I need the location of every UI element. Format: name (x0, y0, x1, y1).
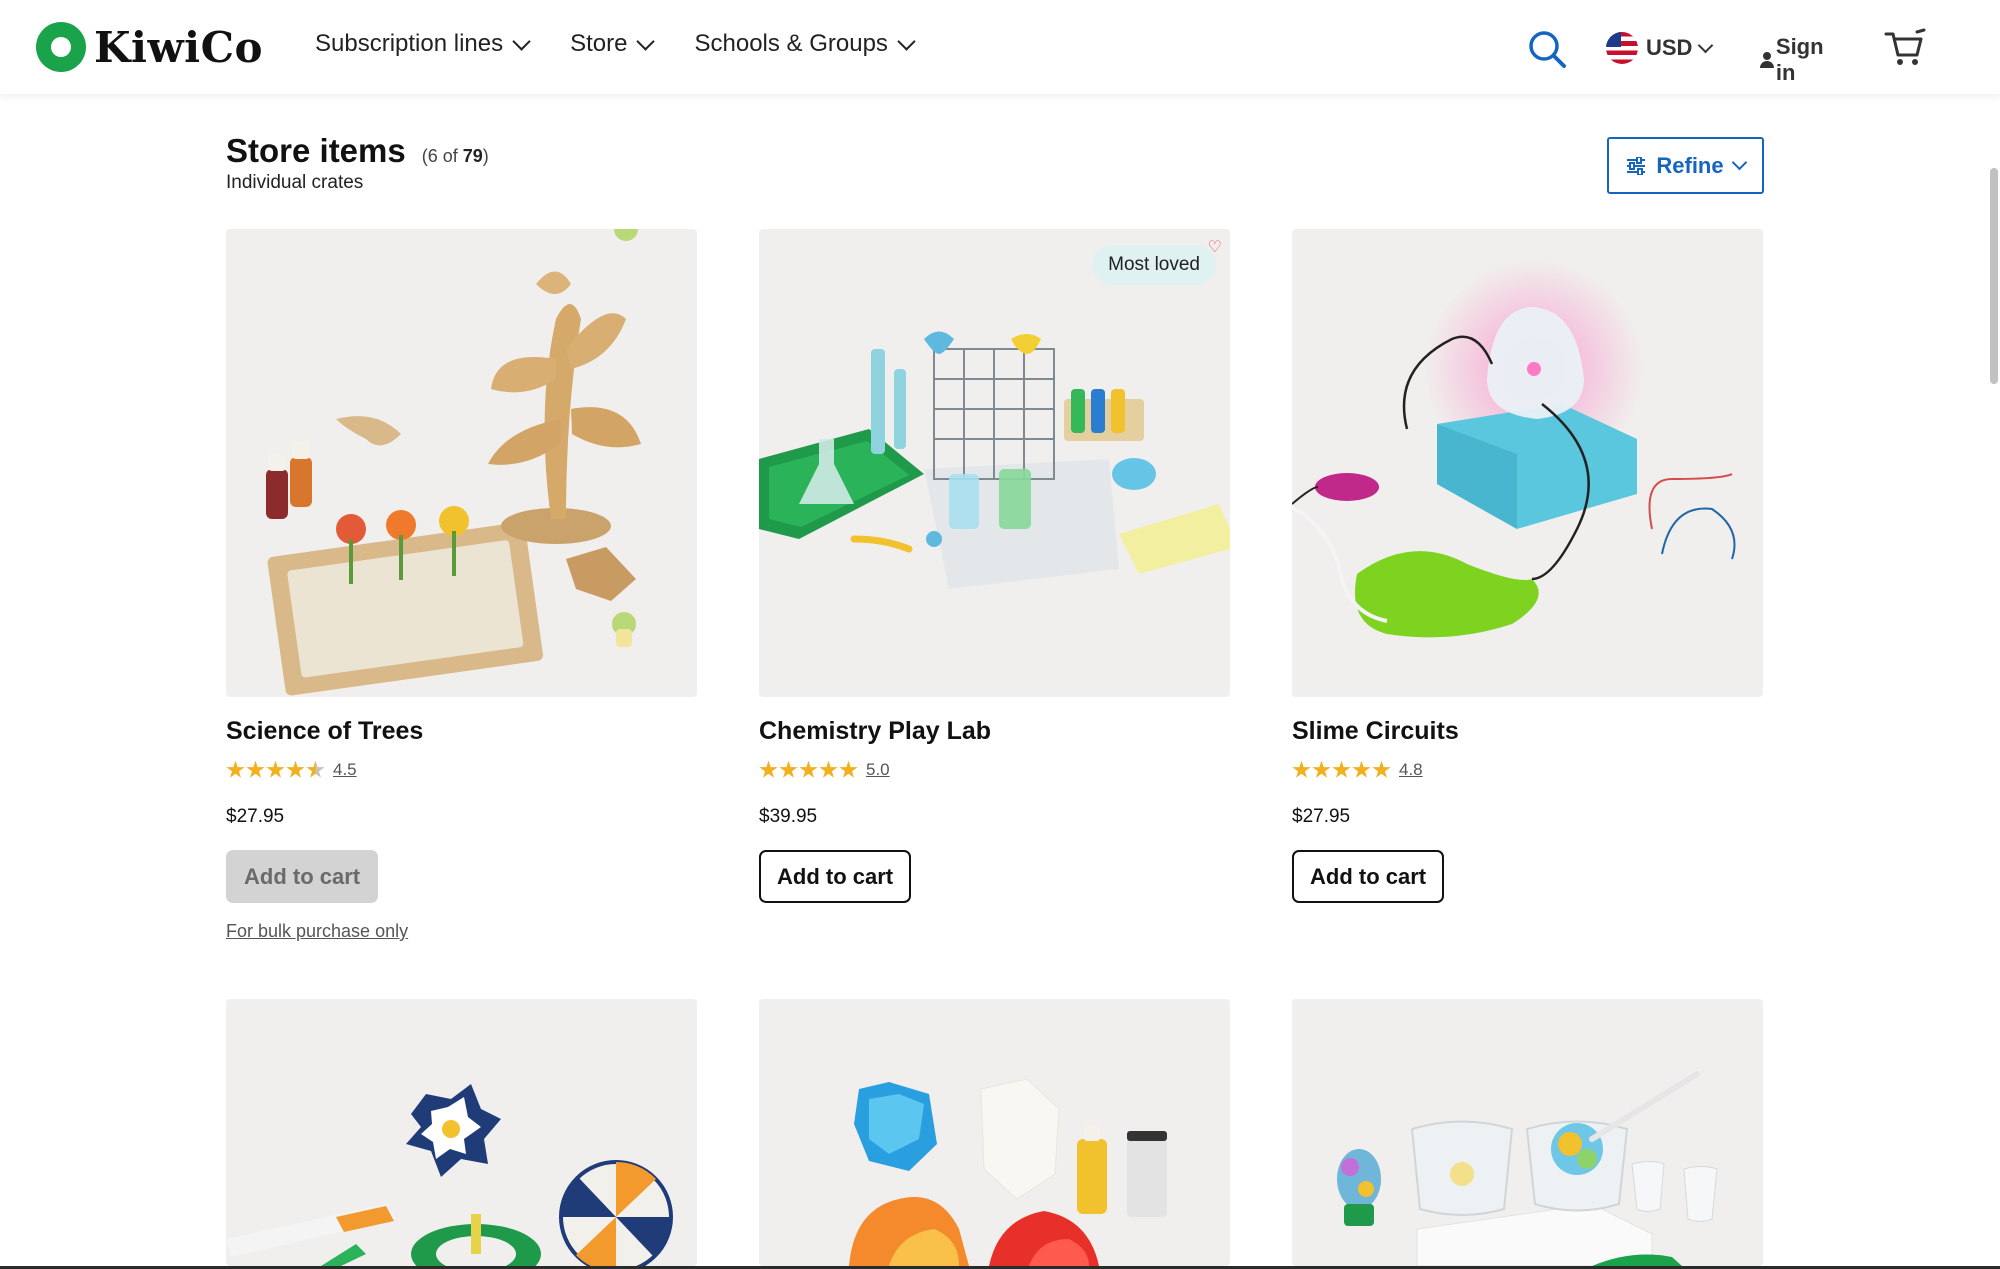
product-image[interactable] (1292, 229, 1763, 697)
chevron-down-icon (1731, 154, 1747, 171)
nav-store[interactable]: Store (570, 30, 656, 58)
product-price: $27.95 (226, 806, 285, 827)
item-count: (6 of 79) (422, 146, 489, 167)
bulk-purchase-link[interactable]: For bulk purchase only (226, 921, 697, 942)
product-card-row2-3 (1292, 999, 1763, 1266)
rating-value-link[interactable]: 4.8 (1399, 760, 1423, 780)
count-prefix: (6 of (421, 146, 463, 166)
scrollbar-thumb[interactable] (1990, 168, 1998, 384)
kiwico-logo[interactable]: KiwiCo (36, 22, 263, 72)
refine-label: Refine (1656, 152, 1724, 178)
nav-label: Store (570, 30, 628, 57)
product-image[interactable]: Most loved ♡ (759, 229, 1230, 697)
star-icon (246, 760, 265, 778)
chevron-down-icon (897, 31, 916, 51)
star-icon (839, 760, 858, 778)
star-rating (759, 760, 858, 780)
product-card-science-of-trees: Science of Trees 4.5 $27.95 Add to cart … (226, 229, 697, 942)
site-header: KiwiCo Subscription lines Store Schools … (0, 0, 2000, 94)
star-icon (799, 760, 818, 778)
user-icon (1760, 52, 1774, 68)
star-icon (266, 760, 285, 778)
count-total: 79 (462, 146, 483, 166)
refine-button[interactable]: Refine (1607, 137, 1764, 194)
chevron-down-icon (512, 31, 531, 51)
store-title-row: Store items (6 of 79) (226, 132, 489, 170)
star-icon (1372, 760, 1391, 778)
crystal-illustration (849, 1078, 1167, 1266)
search-icon[interactable] (1526, 28, 1568, 70)
star-icon (1312, 760, 1331, 778)
sign-in-label: Sign in (1775, 34, 1824, 85)
product-card-row2-2 (759, 999, 1230, 1266)
product-card-row2-1 (226, 999, 697, 1266)
star-rating (1292, 760, 1391, 780)
cart-icon[interactable] (1884, 28, 1926, 68)
chemistry-play-lab-illustration (759, 331, 1230, 589)
star-icon (1292, 760, 1311, 778)
star-icon (779, 760, 798, 778)
star-rating (226, 760, 325, 780)
flag-us-icon (1606, 32, 1638, 64)
star-icon (226, 760, 245, 778)
star-icon (819, 760, 838, 778)
chevron-down-icon (1698, 37, 1714, 53)
rating-value-link[interactable]: 5.0 (866, 760, 890, 780)
rating-value-link[interactable]: 4.5 (333, 760, 357, 780)
currency-selector[interactable]: USD (1606, 32, 1714, 64)
rating-row: 4.5 (226, 760, 697, 780)
rating-row: 5.0 (759, 760, 1230, 780)
product-price: $39.95 (759, 806, 818, 827)
product-price: $27.95 (1292, 806, 1351, 827)
main-nav: Subscription lines Store Schools & Group… (315, 30, 916, 58)
product-name[interactable]: Science of Trees (226, 717, 697, 746)
star-icon (286, 760, 305, 778)
sign-in-link[interactable]: Sign in (1760, 34, 1828, 86)
star-half-icon (306, 760, 325, 778)
product-name[interactable]: Slime Circuits (1292, 717, 1763, 746)
nav-subscription-lines[interactable]: Subscription lines (315, 30, 531, 58)
badge-label: Most loved (1108, 254, 1200, 275)
page-subtitle: Individual crates (226, 172, 364, 193)
logo-text: KiwiCo (94, 22, 264, 72)
product-image[interactable] (226, 229, 697, 697)
nav-schools-groups[interactable]: Schools & Groups (694, 30, 916, 58)
add-to-cart-button[interactable]: Add to cart (759, 850, 912, 903)
page-title: Store items (226, 132, 406, 169)
most-loved-badge: Most loved (1092, 245, 1216, 285)
nav-label: Subscription lines (315, 30, 504, 57)
product-image[interactable] (759, 999, 1230, 1266)
science-of-trees-illustration (266, 229, 641, 696)
sliders-icon (1627, 156, 1646, 175)
slime-circuits-illustration (1292, 259, 1736, 638)
rating-row: 4.8 (1292, 760, 1763, 780)
currency-label: USD (1646, 35, 1693, 60)
product-card-slime-circuits: Slime Circuits 4.8 $27.95 Add to cart (1292, 229, 1763, 903)
star-icon (1352, 760, 1371, 778)
product-image[interactable] (1292, 999, 1763, 1266)
product-card-chemistry-play-lab: Most loved ♡ Chemistry Play Lab 5.0 $39.… (759, 229, 1230, 903)
spinning-tops-illustration (226, 1084, 673, 1266)
star-icon (759, 760, 778, 778)
nav-label: Schools & Groups (694, 30, 888, 57)
product-image[interactable] (226, 999, 697, 1266)
heart-icon: ♡ (1207, 239, 1222, 256)
count-suffix: ) (482, 146, 489, 166)
logo-mark-icon (36, 22, 86, 72)
add-to-cart-button[interactable]: Add to cart (1292, 850, 1445, 903)
product-name[interactable]: Chemistry Play Lab (759, 717, 1230, 746)
chevron-down-icon (636, 31, 656, 51)
add-to-cart-button[interactable]: Add to cart (226, 850, 379, 903)
star-icon (1332, 760, 1351, 778)
cups-experiment-illustration (1337, 1071, 1718, 1266)
